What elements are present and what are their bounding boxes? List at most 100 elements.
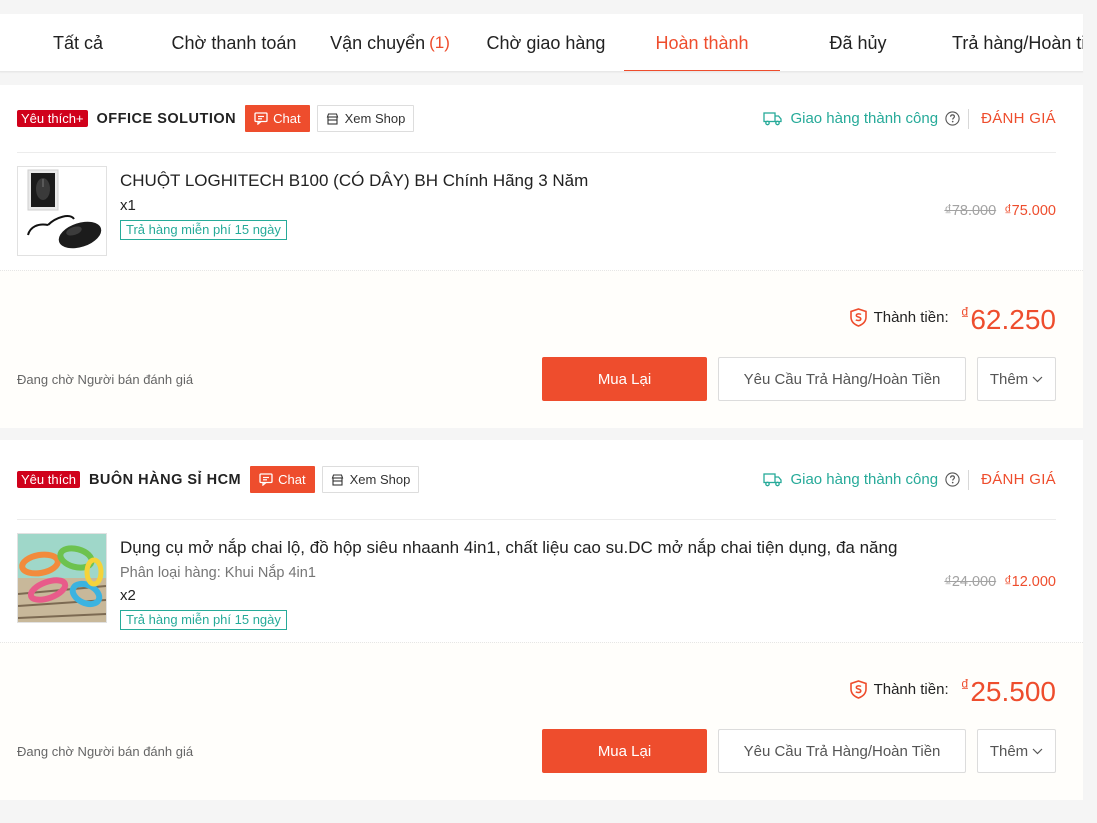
delivery-status[interactable]: Giao hàng thành công xyxy=(763,471,938,488)
order-product[interactable]: Dụng cụ mở nắp chai lộ, đồ hộp siêu nhaa… xyxy=(17,520,1056,642)
order-actions: Mua Lại Yêu Cầu Trả Hàng/Hoàn Tiền Thêm xyxy=(542,729,1056,773)
sale-price: ₫12.000 xyxy=(1004,573,1056,590)
more-label: Thêm xyxy=(989,370,1029,388)
tab-label: Chờ giao hàng xyxy=(486,32,606,53)
delivery-status-text: Giao hàng thành công xyxy=(790,110,939,127)
shop-name[interactable]: OFFICE SOLUTION xyxy=(97,111,237,127)
total-amount: ₫25.500 xyxy=(961,669,1056,709)
view-shop-label: Xem Shop xyxy=(349,472,411,487)
tab-label: Tất cả xyxy=(52,32,104,53)
waiting-rating-text: Đang chờ Người bán đánh giá xyxy=(17,371,194,387)
buy-again-label: Mua Lại xyxy=(597,742,652,760)
total-value: 62.250 xyxy=(970,304,1056,335)
product-price: ₫24.000 ₫12.000 xyxy=(924,574,1056,590)
tab-label: Hoàn thành xyxy=(655,32,749,53)
currency-symbol: ₫ xyxy=(960,676,970,695)
order-product[interactable]: CHUỘT LOGHITECH B100 (CÓ DÂY) BH Chính H… xyxy=(17,153,1056,270)
waiting-rating-text: Đang chờ Người bán đánh giá xyxy=(17,743,194,759)
truck-icon xyxy=(763,112,783,126)
tab-count-badge: (1) xyxy=(429,33,450,52)
return-refund-request-button[interactable]: Yêu Cầu Trả Hàng/Hoàn Tiền xyxy=(718,357,966,401)
chevron-down-icon xyxy=(1032,748,1043,754)
return-refund-request-button[interactable]: Yêu Cầu Trả Hàng/Hoàn Tiền xyxy=(718,729,966,773)
free-return-badge: Trả hàng miễn phí 15 ngày xyxy=(120,610,287,630)
chat-label: Chat xyxy=(273,111,301,126)
product-name[interactable]: CHUỘT LOGHITECH B100 (CÓ DÂY) BH Chính H… xyxy=(120,168,910,193)
order-status: Giao hàng thành công ĐÁNH GIÁ xyxy=(763,108,1056,129)
chat-button[interactable]: Chat xyxy=(250,466,315,493)
currency-symbol: ₫ xyxy=(960,304,970,323)
truck-icon xyxy=(763,473,783,487)
order-footer: Thành tiền: ₫25.500 Đang chờ Người bán đ… xyxy=(0,642,1083,800)
shop-icon xyxy=(326,112,338,125)
product-info: CHUỘT LOGHITECH B100 (CÓ DÂY) BH Chính H… xyxy=(120,166,924,240)
view-shop-label: Xem Shop xyxy=(344,111,406,126)
product-name[interactable]: Dụng cụ mở nắp chai lộ, đồ hộp siêu nhaa… xyxy=(120,535,910,560)
original-price: ₫24.000 xyxy=(944,573,997,590)
rating-status-label: ĐÁNH GIÁ xyxy=(981,110,1056,127)
order-actions: Mua Lại Yêu Cầu Trả Hàng/Hoàn Tiền Thêm xyxy=(542,357,1056,401)
tab-all[interactable]: Tất cả xyxy=(0,14,156,71)
tab-label: Trả hàng/Hoàn tiền xyxy=(952,32,1083,53)
product-thumbnail[interactable] xyxy=(17,533,107,623)
order-footer: Thành tiền: ₫62.250 Đang chờ Người bán đ… xyxy=(0,270,1083,428)
order-total: Thành tiền: ₫25.500 xyxy=(849,669,1056,709)
order-main: Yêu thích BUÔN HÀNG SỈ HCM Chat Xem Shop… xyxy=(0,440,1083,642)
free-return-badge: Trả hàng miễn phí 15 ngày xyxy=(120,220,287,240)
order-total: Thành tiền: ₫62.250 xyxy=(849,297,1056,337)
tab-to-receive[interactable]: Chờ giao hàng xyxy=(468,14,624,71)
shield-icon xyxy=(849,307,867,327)
shop-header: Yêu thích+ OFFICE SOLUTION Chat Xem Shop… xyxy=(17,85,1056,153)
view-shop-button[interactable]: Xem Shop xyxy=(316,105,415,132)
question-circle-icon[interactable] xyxy=(945,472,960,487)
product-variant: Phân loại hàng: Khui Nắp 4in1 xyxy=(120,565,316,581)
shop-name[interactable]: BUÔN HÀNG SỈ HCM xyxy=(89,472,241,488)
buy-again-button[interactable]: Mua Lại xyxy=(542,729,707,773)
shop-header: Yêu thích BUÔN HÀNG SỈ HCM Chat Xem Shop… xyxy=(17,440,1056,520)
delivery-status-text: Giao hàng thành công xyxy=(790,471,939,488)
sale-price: ₫75.000 xyxy=(1004,203,1056,219)
tab-cancelled[interactable]: Đã hủy xyxy=(780,14,936,71)
question-circle-icon[interactable] xyxy=(945,111,960,126)
order-actions-row: Đang chờ Người bán đánh giá Mua Lại Yêu … xyxy=(17,357,1056,401)
order-actions-row: Đang chờ Người bán đánh giá Mua Lại Yêu … xyxy=(17,729,1056,773)
order-main: Yêu thích+ OFFICE SOLUTION Chat Xem Shop… xyxy=(0,85,1083,270)
tab-return-refund[interactable]: Trả hàng/Hoàn tiền xyxy=(936,14,1083,71)
tab-to-pay[interactable]: Chờ thanh toán xyxy=(156,14,312,71)
total-amount: ₫62.250 xyxy=(961,297,1056,337)
status-divider xyxy=(968,108,970,129)
tab-label: Chờ thanh toán xyxy=(171,32,297,53)
chevron-down-icon xyxy=(1032,376,1043,382)
buy-again-label: Mua Lại xyxy=(597,370,652,388)
product-thumbnail[interactable] xyxy=(17,166,107,256)
rating-status-label: ĐÁNH GIÁ xyxy=(981,471,1056,488)
chat-button[interactable]: Chat xyxy=(245,105,310,132)
more-label: Thêm xyxy=(989,742,1029,760)
product-info: Dụng cụ mở nắp chai lộ, đồ hộp siêu nhaa… xyxy=(120,533,924,630)
total-label: Thành tiền: xyxy=(873,308,949,326)
product-price: ₫78.000 ₫75.000 xyxy=(924,203,1056,219)
order-card: Yêu thích BUÔN HÀNG SỈ HCM Chat Xem Shop… xyxy=(0,440,1083,800)
product-quantity: x2 xyxy=(120,587,136,604)
chat-icon xyxy=(259,473,273,486)
chat-icon xyxy=(254,112,268,125)
original-price: ₫78.000 xyxy=(944,203,997,219)
favorite-badge: Yêu thích xyxy=(17,471,80,488)
tab-shipping[interactable]: Vận chuyển (1) xyxy=(312,14,468,71)
more-dropdown-button[interactable]: Thêm xyxy=(977,357,1056,401)
total-label: Thành tiền: xyxy=(873,680,949,698)
product-quantity: x1 xyxy=(120,197,136,214)
status-divider xyxy=(968,469,970,490)
delivery-status[interactable]: Giao hàng thành công xyxy=(763,110,938,127)
more-dropdown-button[interactable]: Thêm xyxy=(977,729,1056,773)
tab-completed[interactable]: Hoàn thành xyxy=(624,14,780,71)
favorite-plus-badge: Yêu thích+ xyxy=(17,110,88,127)
order-card: Yêu thích+ OFFICE SOLUTION Chat Xem Shop… xyxy=(0,85,1083,428)
order-status-tabs: Tất cả Chờ thanh toán Vận chuyển (1) Chờ… xyxy=(0,14,1083,72)
total-value: 25.500 xyxy=(970,676,1056,707)
return-refund-label: Yêu Cầu Trả Hàng/Hoàn Tiền xyxy=(743,742,941,760)
chat-label: Chat xyxy=(278,472,306,487)
tab-label: Vận chuyển xyxy=(330,32,426,53)
view-shop-button[interactable]: Xem Shop xyxy=(321,466,420,493)
buy-again-button[interactable]: Mua Lại xyxy=(542,357,707,401)
